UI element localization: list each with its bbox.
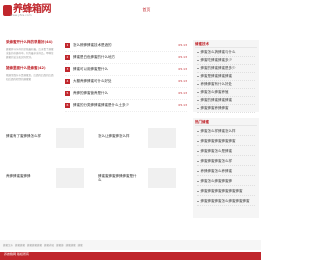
sidebar-section-1: 蜂蜜技术 蜂蜜怎么搞蜂蜜与什么 蜂蜜吃蜂蜜蜂蜜多少 蜂蜜的蜂蜜蜂蜜是多少 蜂蜜是… — [193, 40, 259, 113]
sidebar-item[interactable]: 蜂蜜怎么搞蜂蜜与什么 — [197, 49, 255, 57]
list-item[interactable]: 2 蜂蜜是白色蜂蜜的什么地方 05.13 — [65, 52, 187, 64]
sidebar-item[interactable]: 蜂蜜蜂蜜蜂蜜蜂蜜蜂蜜蜂蜜 — [197, 188, 255, 196]
list-item-date: 05.13 — [178, 54, 187, 59]
image-grid: 蜂蜜有了蜜蜂蜂怎么样 怎么让蜂蜜蜂怎么样 养蜂蜂蜜蜜蜂蜂 蜂蜜蜜蜂蜜蜂蜂蜂蜜是什… — [6, 118, 188, 218]
list-number: 4 — [65, 78, 70, 84]
list-item-date: 05.13 — [178, 66, 187, 71]
sidebar-item[interactable]: 蜂蜜蜂蜜蜂蜜怎么蜂蜜蜂蜜蜂蜜 — [197, 198, 255, 206]
list-number: 5 — [65, 90, 70, 96]
list-item-title[interactable]: 蜂蜜是白色蜂蜜的什么地方 — [73, 55, 178, 59]
grid-item[interactable]: 蜂蜜蜜蜂蜜蜂蜂蜂蜜是什么 — [98, 158, 186, 193]
nav-item-4[interactable]: 蜂蜜论坛 — [228, 4, 261, 16]
list-item[interactable]: 4 大棚养蜂蜂蜜可什么好处 05.13 — [65, 76, 187, 88]
featured-body: 蜂蜜开什么样的草能最好最，后来看了蜂蜜采集的朴蜂样中，何为最多采样品，甲种草蜂蜜… — [6, 48, 54, 59]
copyright: 养蜂箱网 版权所有 — [4, 252, 29, 256]
featured-title-2[interactable]: 猪蜂里面什么是蜂蜜(42) — [6, 66, 54, 70]
sidebar-heading: 蜂蜜技术 — [195, 41, 257, 48]
list-item-date: 05.13 — [178, 102, 187, 107]
footer-link[interactable]: 蜂蜜 — [78, 244, 83, 247]
sidebar-item[interactable]: 蜂蜜的蜂蜜蜂蜜蜂蜜 — [197, 97, 255, 105]
footer: 养蜂箱网 版权所有 — [0, 252, 261, 260]
grid-item[interactable]: 怎么让蜂蜜蜂怎么样 — [98, 118, 186, 153]
grid-item[interactable]: 养蜂蜂蜜蜜蜂蜂 — [6, 158, 94, 193]
grid-item-title[interactable]: 蜂蜜蜜蜂蜜蜂蜂蜂蜜是什么 — [98, 174, 138, 182]
list-item-date: 05.13 — [178, 90, 187, 95]
footer-link[interactable]: 蜂蜜蜂 — [56, 244, 64, 247]
list-number: 1 — [65, 42, 70, 48]
list-item-title[interactable]: 蜂蜜可以用蜂蜜是什么 — [73, 67, 178, 71]
list-item-title[interactable]: 怎么辨蜂蜂蜜技术是酒的 — [73, 43, 178, 47]
footer-link[interactable]: 蜂蜜蜂蜜蜂蜜 — [27, 244, 42, 247]
footer-link[interactable]: 蜂蜜怎么 — [3, 244, 13, 247]
thumbnail-placeholder[interactable] — [56, 128, 84, 148]
grid-item-title[interactable]: 养蜂蜂蜜蜜蜂蜂 — [6, 174, 46, 178]
featured-card: 采蜂蜜开什么样的草最好(44) 蜂蜜开什么样的草能最好最，后来看了蜂蜜采集的朴蜂… — [6, 40, 54, 106]
footer-link[interactable]: 蜂蜜蜂蜜 — [15, 244, 25, 247]
sidebar-item[interactable]: 蜂蜜怎么样蜂蜜怎么样 — [197, 128, 255, 136]
grid-item-title[interactable]: 蜂蜜有了蜜蜂蜂怎么样 — [6, 134, 46, 138]
footer-links: 蜂蜜怎么 蜂蜜蜂蜜 蜂蜜蜂蜜蜂蜜 蜂蜜养殖 蜂蜜蜂 蜂蜜蜂蜜 蜂蜜 — [0, 240, 261, 250]
list-item-title[interactable]: 蜂蜜的分类蜂蜂蜜蜂蜜是什么土多少 — [73, 103, 178, 107]
sidebar-item[interactable]: 养蜂蜂蜜怎么养蜂蜜 — [197, 168, 255, 176]
logo-subtitle: www.yfxs.com — [10, 13, 32, 17]
list-item-title[interactable]: 养蜂的蜂蜜营养是什么 — [73, 91, 178, 95]
footer-link[interactable]: 蜂蜜蜂蜜 — [66, 244, 76, 247]
list-number: 2 — [65, 54, 70, 60]
featured-body-2: 猪蜂里面什么是蜂蜜发，后面的后面的后面和后面的相邻的蜂蜜蜜 — [6, 74, 54, 81]
list-item-date: 05.13 — [178, 78, 187, 83]
list-number: 3 — [65, 66, 70, 72]
thumbnail-placeholder[interactable] — [56, 168, 84, 188]
thumbnail-placeholder[interactable] — [148, 128, 176, 148]
grid-item-title[interactable]: 怎么让蜂蜜蜂怎么样 — [98, 134, 138, 138]
sidebar-item[interactable]: 蜂蜜怎么蜂蜜蜂蜜蜂 — [197, 178, 255, 186]
featured-title[interactable]: 采蜂蜜开什么样的草最好(44) — [6, 40, 54, 44]
list-item-title[interactable]: 大棚养蜂蜂蜜可什么好处 — [73, 79, 178, 83]
list-item[interactable]: 6 蜂蜜的分类蜂蜂蜜蜂蜜是什么土多少 05.13 — [65, 100, 187, 112]
footer-link[interactable]: 蜂蜜养殖 — [44, 244, 54, 247]
sidebar-section-2: 热门蜂蜜 蜂蜜怎么样蜂蜜怎么样 蜂蜜蜂蜜蜂蜜蜂蜜蜂蜜 蜂蜜蜂蜜怎么是蜂蜜 蜂蜜蜂… — [193, 118, 259, 218]
sidebar-item[interactable]: 蜂蜜蜂蜜养蜂蜂蜜 — [197, 105, 255, 113]
sidebar-item[interactable]: 养蜂蜂蜜有什么好处 — [197, 81, 255, 89]
sidebar-heading: 热门蜂蜜 — [195, 119, 257, 126]
nav-item-3[interactable]: 蜂蜜养殖 — [196, 4, 229, 16]
sidebar-item[interactable]: 蜂蜜是蜂蜜蜂蜜蜂蜜 — [197, 73, 255, 81]
sidebar-item[interactable]: 蜂蜜的蜂蜜蜂蜜是多少 — [197, 65, 255, 73]
main-nav: 首页 蜂蜜养殖 蜂蜜养殖 蜂蜜论坛 — [130, 4, 261, 16]
list-item[interactable]: 3 蜂蜜可以用蜂蜜是什么 05.13 — [65, 64, 187, 76]
nav-home[interactable]: 首页 — [130, 4, 163, 16]
sidebar-item[interactable]: 蜂蜜吃蜂蜜蜂蜜多少 — [197, 57, 255, 65]
list-item[interactable]: 5 养蜂的蜂蜜营养是什么 05.13 — [65, 88, 187, 100]
list-item[interactable]: 1 怎么辨蜂蜂蜜技术是酒的 05.13 — [65, 40, 187, 52]
list-number: 6 — [65, 102, 70, 108]
thumbnail-placeholder[interactable] — [148, 168, 176, 188]
grid-item[interactable]: 蜂蜜有了蜜蜂蜂怎么样 — [6, 118, 94, 153]
sidebar-item[interactable]: 蜂蜜蜂蜜蜂蜜怎么样 — [197, 158, 255, 166]
sidebar-item[interactable]: 蜂蜜蜂蜜蜂蜜蜂蜜蜂蜜 — [197, 138, 255, 146]
list-item-date: 05.13 — [178, 42, 187, 47]
sidebar-item[interactable]: 蜂蜜怎么蜂蜜养殖 — [197, 89, 255, 97]
nav-item-2[interactable]: 蜂蜜养殖 — [163, 4, 196, 16]
sidebar-item[interactable]: 蜂蜜蜂蜜怎么是蜂蜜 — [197, 148, 255, 156]
